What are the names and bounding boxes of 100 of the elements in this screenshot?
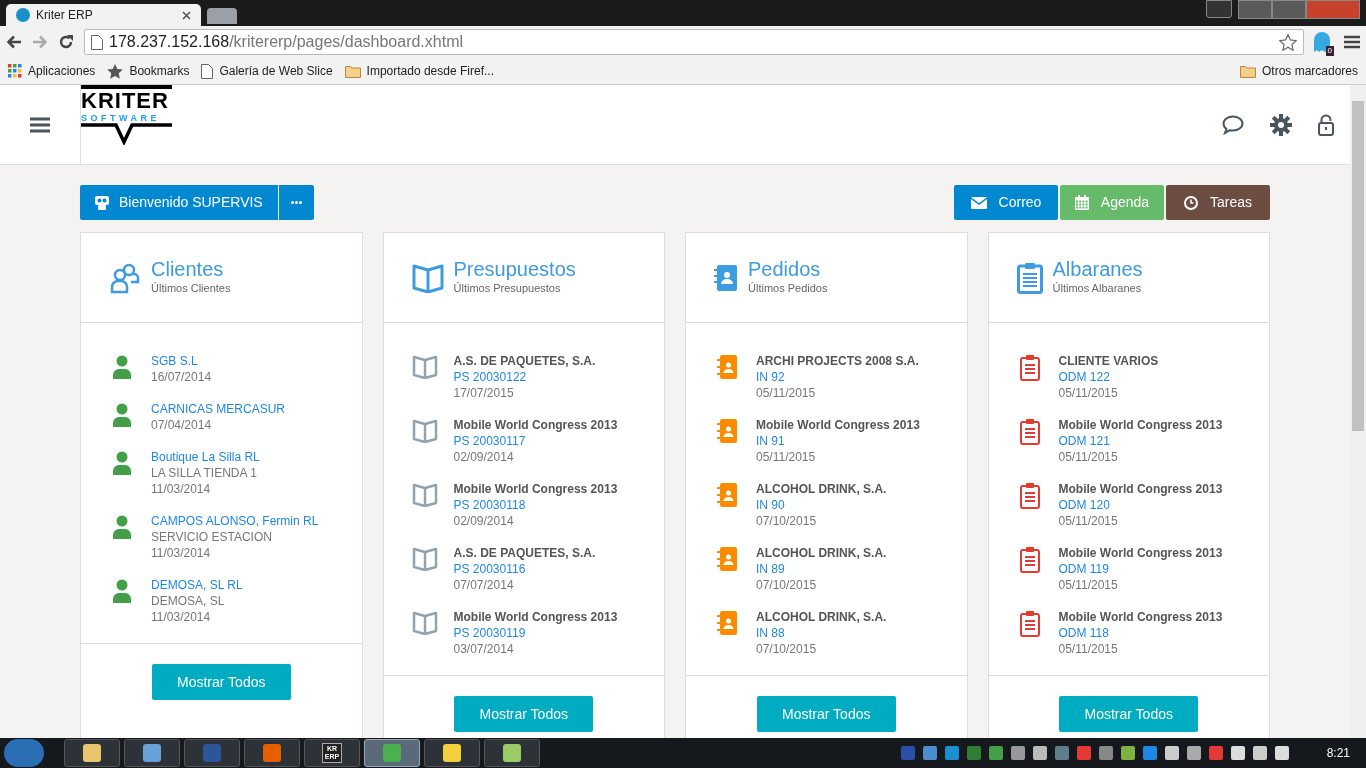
show-all-button[interactable]: Mostrar Todos [151,664,291,700]
document-link[interactable]: IN 91 [756,433,920,449]
bookmark-item[interactable]: Importado desde Firef... [344,62,494,80]
item-date: 05/11/2015 [1058,385,1119,401]
client-link[interactable]: CARNICAS MERCASUR [151,401,285,417]
open-book-icon [411,483,438,507]
document-link[interactable]: ODM 120 [1058,497,1223,513]
item-date: 03/07/2014 [453,641,515,657]
folder-icon [1239,64,1256,78]
welcome-button[interactable]: Bienvenido SUPERVIS [80,185,278,220]
start-button[interactable] [4,739,44,767]
action-button[interactable]: Correo [954,185,1058,220]
person-icon [113,403,131,427]
show-all-button[interactable]: Mostrar Todos [454,696,594,732]
taskbar-button[interactable] [124,739,180,767]
customer-name: A.S. DE PAQUETES, S.A. [453,353,596,369]
clipboard-icon [1019,355,1040,381]
calendar-icon [1074,195,1089,210]
address-book-icon [717,611,737,635]
item-date: 11/03/2014 [151,481,212,497]
back-button[interactable] [6,35,22,49]
customer-name: A.S. DE PAQUETES, S.A. [453,545,596,561]
profile-button[interactable] [1206,0,1232,18]
item-date: 07/10/2015 [756,577,818,593]
clipboard-icon [1016,261,1043,294]
item-date: 11/03/2014 [151,545,212,561]
customer-name: Mobile World Congress 2013 [1058,417,1223,433]
bookmark-item[interactable]: Aplicaciones [8,62,96,80]
url-text: 178.237.152.168/kritererp/pages/dashboard.xhtml [109,32,464,52]
tray-icon[interactable] [1010,746,1025,760]
item-date: 05/11/2015 [1058,577,1119,593]
settings-icon[interactable] [1270,113,1292,136]
close-icon[interactable] [182,10,191,20]
tray-icon[interactable] [1186,746,1201,760]
reload-button[interactable] [58,34,74,50]
document-link[interactable]: ODM 118 [1058,625,1223,641]
document-link[interactable]: PS 20030118 [453,497,618,513]
app-icon [83,744,101,762]
tray-icon[interactable] [1120,746,1135,760]
customer-name: Mobile World Congress 2013 [453,481,618,497]
tray-icon[interactable] [1032,746,1047,760]
document-link[interactable]: PS 20030116 [453,561,596,577]
clock: 8:21 [1326,745,1350,762]
card-title: Albaranes [1052,258,1143,281]
scrollbar[interactable] [1350,85,1366,738]
clipboard-icon [1019,483,1040,509]
company-logo: KRITER SOFTWARE [80,85,172,164]
taskbar-button[interactable] [424,739,480,767]
item-date: 02/09/2014 [453,513,515,529]
document-link[interactable]: ODM 119 [1058,561,1223,577]
customer-name: ALCOHOL DRINK, S.A. [756,545,887,561]
ghost-icon[interactable] [1314,32,1330,52]
tray-icon[interactable] [1164,746,1179,760]
item-date: 17/07/2015 [453,385,515,401]
document-link[interactable]: IN 88 [756,625,887,641]
client-link[interactable]: Boutique La Silla RL [151,449,260,465]
document-link[interactable]: IN 89 [756,561,887,577]
document-link[interactable]: PS 20030122 [453,369,596,385]
client-link[interactable]: SGB S.L [151,353,212,369]
chat-bubble-icon[interactable] [1222,114,1244,135]
action-button[interactable]: Agenda [1060,185,1164,220]
document-link[interactable]: IN 90 [756,497,887,513]
more-button[interactable] [278,185,314,220]
item-date: 05/11/2015 [756,385,817,401]
app-logo-icon [16,8,30,22]
customer-name: Mobile World Congress 2013 [1058,609,1223,625]
tray-icon[interactable] [1252,746,1267,760]
show-all-button[interactable]: Mostrar Todos [756,696,896,732]
document-link[interactable]: ODM 121 [1058,433,1223,449]
document-link[interactable]: PS 20030119 [453,625,618,641]
client-detail: SERVICIO ESTACION [151,529,273,545]
action-button[interactable]: Tareas [1166,185,1270,220]
taskbar-button[interactable] [64,739,120,767]
tray-icon[interactable] [1274,746,1289,760]
document-link[interactable]: ODM 122 [1058,369,1159,385]
document-link[interactable]: PS 20030117 [453,433,618,449]
client-link[interactable]: CAMPOS ALONSO, Fermin RL [151,513,319,529]
address-book-icon [717,355,737,379]
document-link[interactable]: IN 92 [756,369,919,385]
star-icon [107,63,124,79]
address-book-icon [717,547,737,571]
browser-tab[interactable]: Kriter ERP [6,4,201,26]
client-link[interactable]: DEMOSA, SL RL [151,577,243,593]
bookmark-item[interactable]: Otros marcadores [1239,62,1358,80]
bookmark-item[interactable]: Galería de Web Slice [201,62,333,80]
item-date: 02/09/2014 [453,449,515,465]
taskbar-button[interactable] [244,739,300,767]
menu-icon[interactable] [1344,35,1360,49]
address-bar[interactable]: 178.237.152.168/kritererp/pages/dashboard.xhtml [84,29,1304,55]
show-all-button[interactable]: Mostrar Todos [1059,696,1199,732]
card-subtitle: Últimos Presupuestos [453,281,562,297]
extension-badge: 0 [1325,46,1334,56]
tray-icon[interactable] [1230,746,1245,760]
menu-icon[interactable] [30,116,50,133]
card-subtitle: Últimos Pedidos [748,281,828,297]
star-icon[interactable] [1279,33,1297,51]
taskbar-button[interactable] [484,739,540,767]
bookmark-item[interactable]: Bookmarks [107,62,190,80]
lock-icon[interactable] [1318,113,1334,136]
tray-icon[interactable] [988,746,1003,760]
